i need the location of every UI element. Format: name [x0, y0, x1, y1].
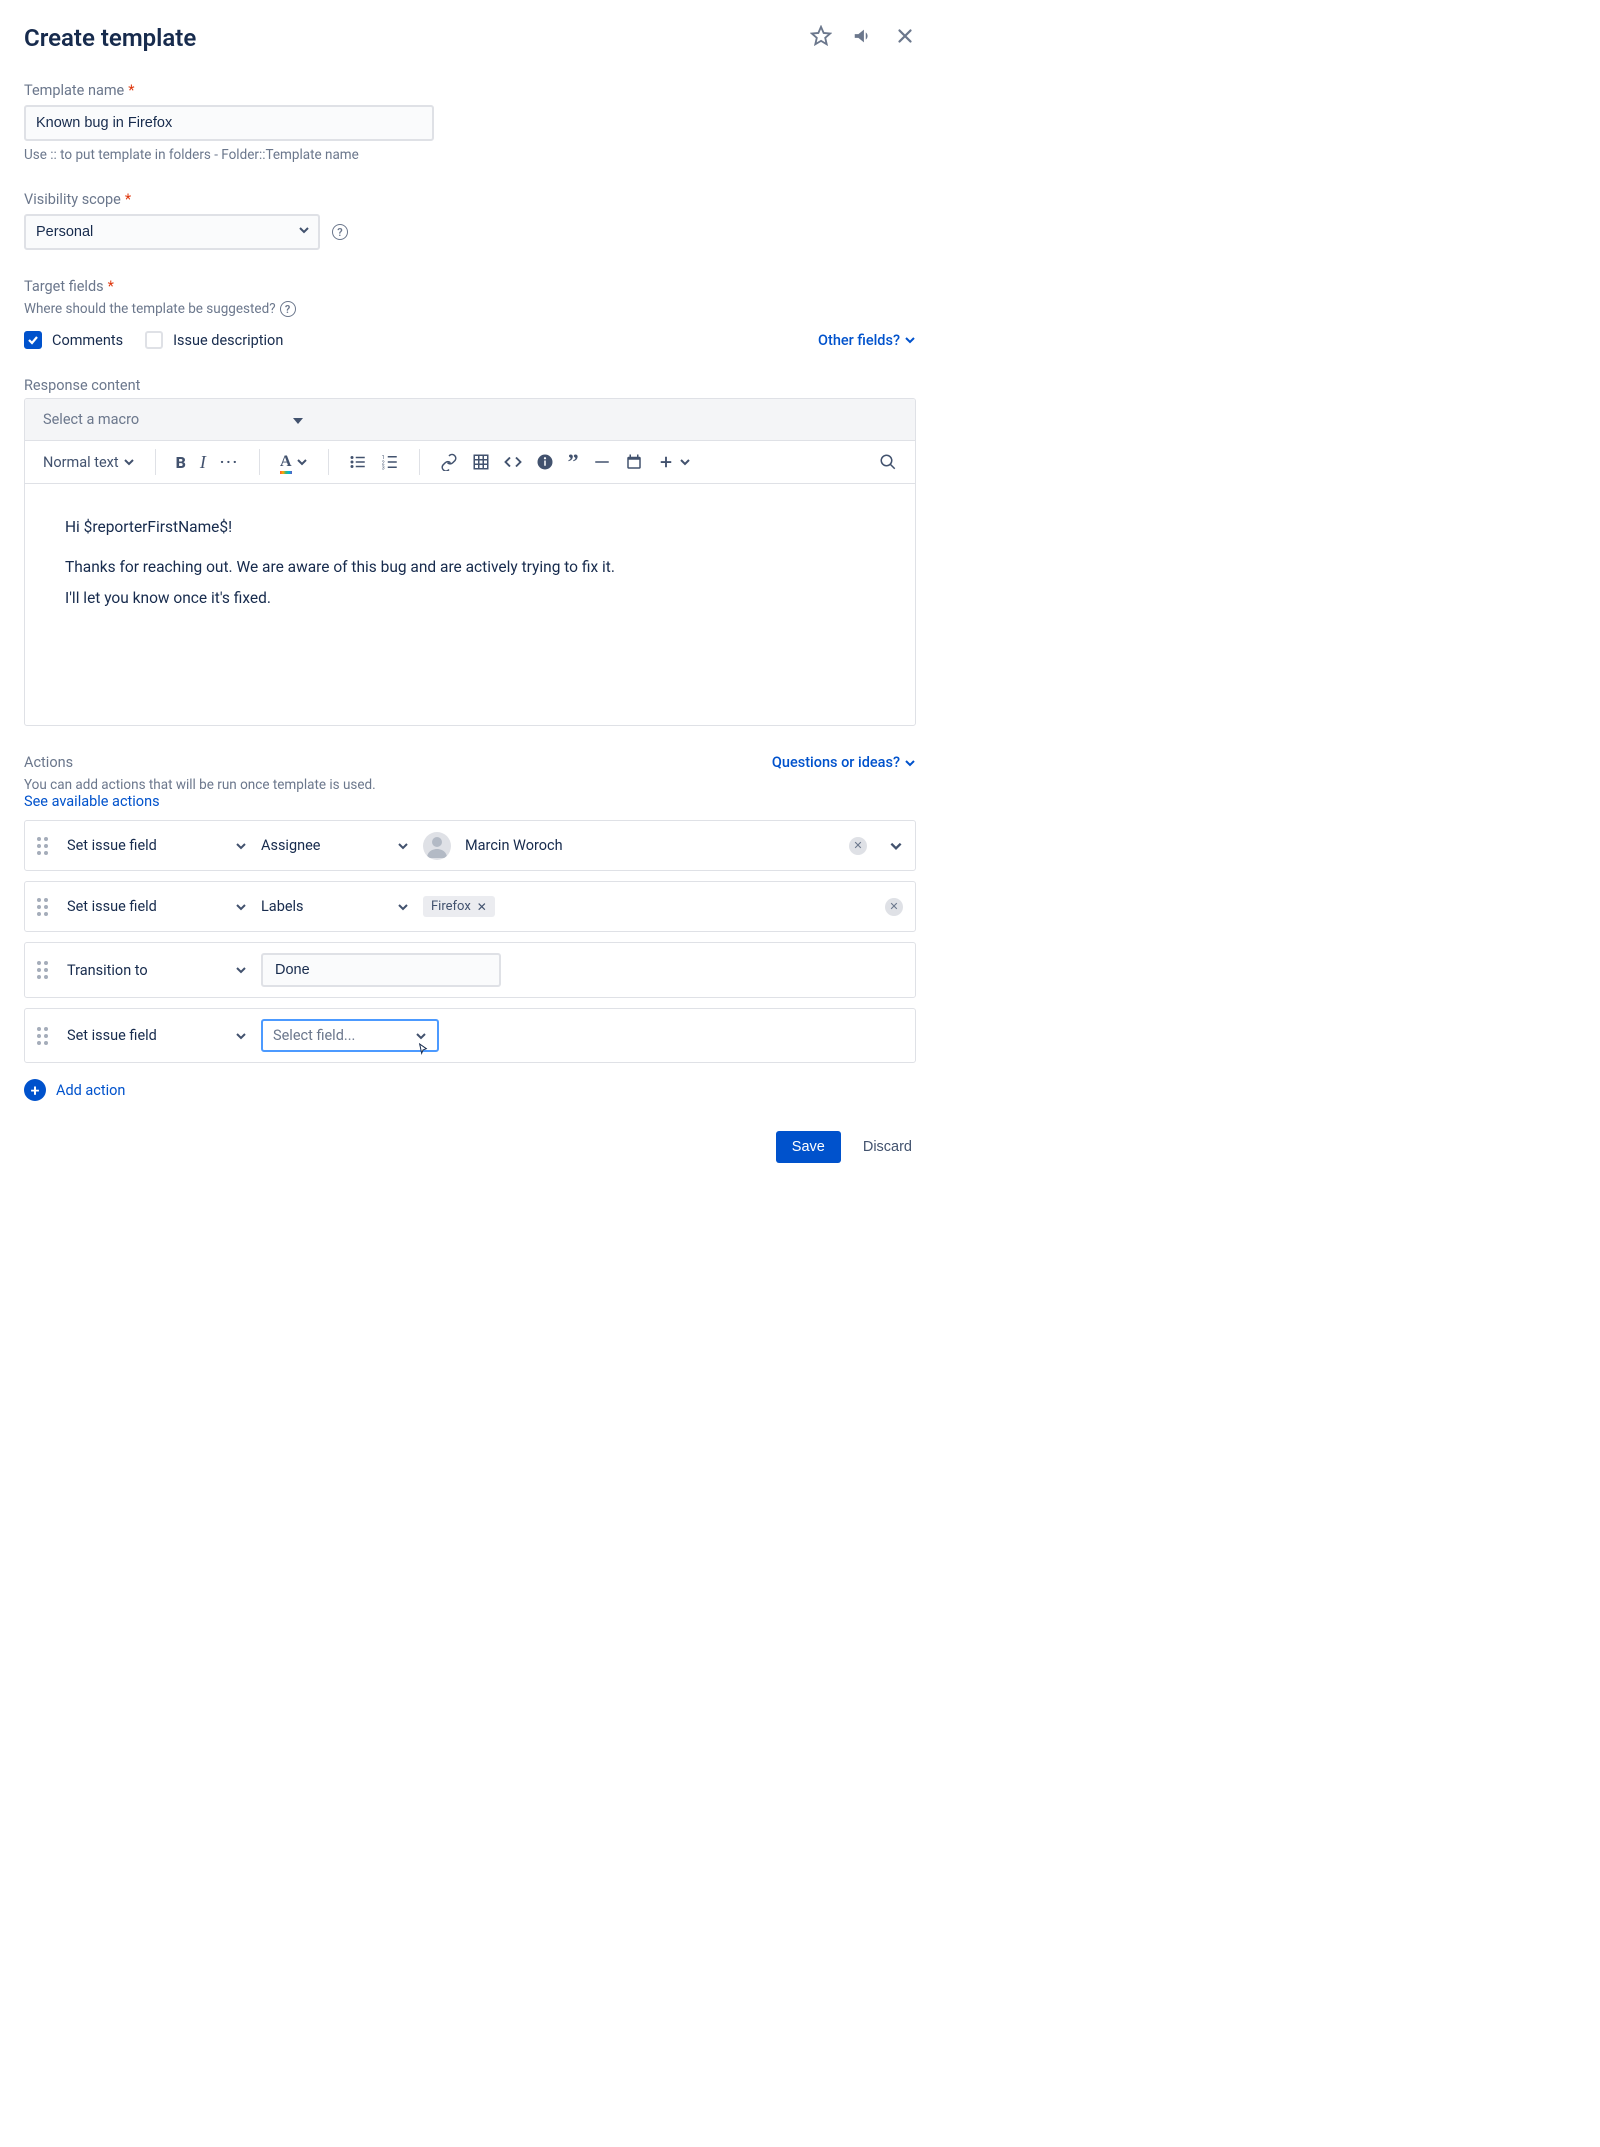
- label-tag[interactable]: Firefox ✕: [423, 896, 495, 917]
- more-formatting-button[interactable]: ···: [220, 454, 239, 471]
- chevron-down-icon: [904, 757, 916, 769]
- actions-section: Actions You can add actions that will be…: [24, 754, 916, 1101]
- clear-icon[interactable]: ✕: [885, 898, 903, 916]
- chevron-down-icon: [679, 456, 691, 468]
- issue-description-checkbox[interactable]: Issue description: [145, 331, 283, 349]
- response-content-section: Response content Select a macro Normal t…: [24, 377, 916, 726]
- editor-line: I'll let you know once it's fixed.: [65, 585, 875, 611]
- macro-select[interactable]: Select a macro: [43, 411, 303, 428]
- drag-handle-icon[interactable]: [37, 961, 53, 979]
- assignee-name: Marcin Woroch: [465, 837, 563, 854]
- checkbox-box: [145, 331, 163, 349]
- clear-icon[interactable]: ✕: [849, 837, 867, 855]
- add-action-button[interactable]: + Add action: [24, 1079, 916, 1101]
- action-type-select[interactable]: Transition to: [67, 956, 247, 985]
- dialog-header: Create template: [24, 24, 916, 52]
- visibility-scope-select[interactable]: [24, 214, 320, 250]
- discard-button[interactable]: Discard: [859, 1131, 916, 1163]
- editor-line: Thanks for reaching out. We are aware of…: [65, 554, 875, 580]
- avatar: [423, 832, 451, 860]
- close-icon[interactable]: [894, 25, 916, 51]
- action-row: Set issue field Labels Firefox ✕ ✕: [24, 881, 916, 932]
- action-row: Transition to: [24, 942, 916, 998]
- editor-toolbar: Normal text B I ··· A 123: [25, 441, 915, 484]
- target-fields-label: Target fields: [24, 278, 104, 295]
- check-icon: [24, 331, 42, 349]
- actions-hint: You can add actions that will be run onc…: [24, 777, 376, 793]
- bullet-list-button[interactable]: [349, 453, 367, 471]
- target-fields-section: Target fields* Where should the template…: [24, 278, 916, 349]
- numbered-list-button[interactable]: 123: [381, 453, 399, 471]
- page-title: Create template: [24, 24, 196, 52]
- link-button[interactable]: [440, 453, 458, 471]
- text-style-select[interactable]: Normal text: [43, 454, 135, 471]
- divider-button[interactable]: [593, 453, 611, 471]
- chevron-down-icon: [123, 456, 135, 468]
- visibility-scope-label: Visibility scope: [24, 191, 121, 208]
- action-type-select[interactable]: Set issue field: [67, 892, 247, 921]
- comments-label: Comments: [52, 332, 123, 349]
- quote-button[interactable]: ”: [568, 449, 579, 475]
- action-type-select[interactable]: Set issue field: [67, 1021, 247, 1050]
- template-name-field: Template name* Use :: to put template in…: [24, 82, 916, 163]
- target-fields-hint: Where should the template be suggested?: [24, 301, 276, 317]
- help-icon[interactable]: ?: [332, 224, 348, 240]
- select-field-dropdown[interactable]: Select field...: [261, 1019, 439, 1052]
- bold-button[interactable]: B: [176, 453, 186, 472]
- editor-body[interactable]: Hi $reporterFirstName$! Thanks for reach…: [25, 484, 915, 725]
- cursor-icon: [415, 1042, 431, 1058]
- editor-line: Hi $reporterFirstName$!: [65, 514, 875, 540]
- template-name-input[interactable]: [24, 105, 434, 141]
- template-name-label: Template name: [24, 82, 124, 99]
- visibility-scope-field: Visibility scope* ?: [24, 191, 916, 250]
- save-button[interactable]: Save: [776, 1131, 841, 1163]
- action-field-select[interactable]: Assignee: [261, 831, 409, 860]
- remove-tag-icon[interactable]: ✕: [477, 900, 487, 914]
- code-button[interactable]: [504, 453, 522, 471]
- questions-link[interactable]: Questions or ideas?: [772, 754, 916, 771]
- action-row: Set issue field Assignee Marcin Woroch ✕: [24, 820, 916, 871]
- italic-button[interactable]: I: [200, 452, 206, 473]
- drag-handle-icon[interactable]: [37, 837, 53, 855]
- text-color-button[interactable]: A: [280, 453, 308, 471]
- plus-circle-icon: +: [24, 1079, 46, 1101]
- svg-text:3: 3: [381, 466, 384, 472]
- macro-placeholder: Select a macro: [43, 411, 139, 428]
- search-button[interactable]: [879, 453, 897, 471]
- action-row: Set issue field Select field...: [24, 1008, 916, 1063]
- transition-status-input[interactable]: [261, 953, 501, 987]
- date-button[interactable]: [625, 453, 643, 471]
- action-field-select[interactable]: Labels: [261, 892, 409, 921]
- chevron-down-icon: [296, 456, 308, 468]
- help-icon[interactable]: ?: [280, 301, 296, 317]
- add-action-label: Add action: [56, 1082, 125, 1099]
- info-panel-button[interactable]: [536, 453, 554, 471]
- issue-description-label: Issue description: [173, 332, 283, 349]
- response-content-label: Response content: [24, 377, 916, 394]
- dialog-footer: Save Discard: [24, 1131, 916, 1163]
- template-name-hint: Use :: to put template in folders - Fold…: [24, 147, 916, 163]
- action-type-select[interactable]: Set issue field: [67, 831, 247, 860]
- insert-button[interactable]: [657, 453, 691, 471]
- table-button[interactable]: [472, 453, 490, 471]
- actions-label: Actions: [24, 754, 376, 771]
- megaphone-icon[interactable]: [852, 25, 874, 51]
- caret-down-icon: [293, 411, 303, 428]
- drag-handle-icon[interactable]: [37, 898, 53, 916]
- star-icon[interactable]: [810, 25, 832, 51]
- drag-handle-icon[interactable]: [37, 1027, 53, 1045]
- chevron-down-icon: [904, 334, 916, 346]
- chevron-down-icon[interactable]: [889, 839, 903, 853]
- other-fields-link[interactable]: Other fields?: [818, 332, 916, 349]
- see-available-actions-link[interactable]: See available actions: [24, 793, 160, 810]
- comments-checkbox[interactable]: Comments: [24, 331, 123, 349]
